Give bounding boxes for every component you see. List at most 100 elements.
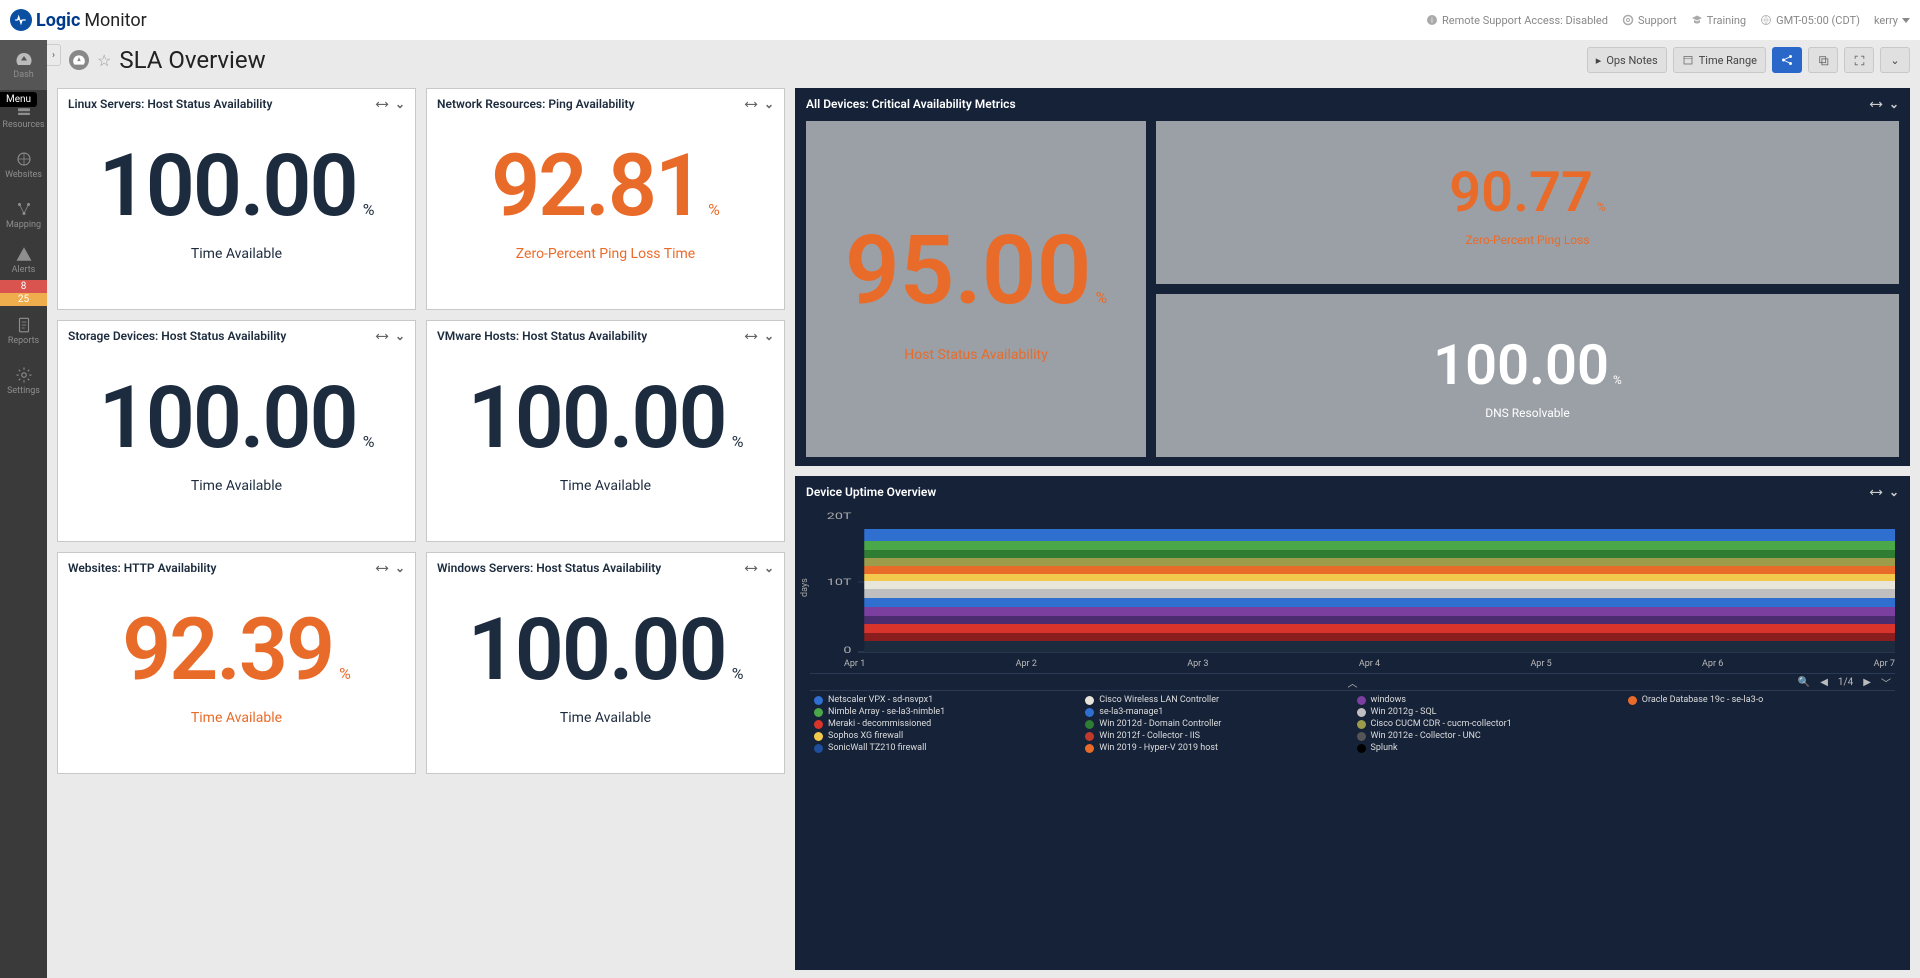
expand-icon[interactable]: ⤢ [1867,95,1884,112]
legend-item[interactable]: SonicWall TZ210 firewall [814,743,1077,753]
legend-label: Win 2012d - Domain Controller [1099,719,1221,729]
nav-reports[interactable]: Reports [0,306,47,356]
legend-item[interactable]: Splunk [1357,743,1620,753]
legend-swatch-icon [814,732,823,741]
support-link[interactable]: Support [1622,14,1677,27]
training-link[interactable]: Training [1691,14,1746,27]
logo[interactable]: LogicMonitor [10,9,147,31]
legend-item[interactable]: Meraki - decommissioned [814,719,1077,729]
alert-count-warning[interactable]: 25 [0,293,47,306]
widget-menu-icon[interactable]: ⌄ [764,97,774,112]
expand-icon[interactable]: ⤢ [742,559,759,576]
legend-swatch-icon [1628,696,1637,705]
expand-icon[interactable]: ⤢ [373,327,390,344]
metric-label: Time Available [68,710,405,726]
favorite-star-icon[interactable]: ☆ [97,51,111,70]
legend-item[interactable]: Oracle Database 19c - se-la3-o [1628,695,1891,705]
legend-swatch-icon [1085,744,1094,753]
chevron-up-icon[interactable]: ︿ [1348,675,1358,690]
expand-icon[interactable]: ⤢ [1867,483,1884,500]
widget-device-uptime: Device Uptime Overview ⤢ ⌄ days 20T 10T 0 [795,476,1910,970]
stacked-area-chart[interactable]: 20T 10T 0 [810,507,1895,657]
legend-swatch-icon [1357,708,1366,717]
widget-title: All Devices: Critical Availability Metri… [806,97,1016,111]
legend-item[interactable]: Cisco CUCM CDR - cucm-collector1 [1357,719,1620,729]
nav-settings[interactable]: Settings [0,356,47,406]
legend-item[interactable] [1628,719,1891,729]
legend-item[interactable]: windows [1357,695,1620,705]
legend-item[interactable]: Cisco Wireless LAN Controller [1085,695,1348,705]
chevron-down-icon[interactable]: ﹀ [1881,675,1891,690]
widget-menu-icon[interactable]: ⌄ [1889,485,1899,500]
widget-menu-icon[interactable]: ⌄ [395,561,405,576]
legend-item[interactable]: Netscaler VPX - sd-nsvpx1 [814,695,1077,705]
clone-button[interactable] [1808,47,1838,73]
expand-icon[interactable]: ⤢ [742,327,759,344]
menu-tag[interactable]: Menu [0,92,37,107]
legend-item[interactable]: Win 2012e - Collector - UNC [1357,731,1620,741]
legend-item[interactable] [1628,743,1891,753]
legend-item[interactable] [1628,731,1891,741]
chart-area: days 20T 10T 0 [806,501,1899,753]
expand-icon[interactable]: ⤢ [373,559,390,576]
legend-item[interactable]: se-la3-manage1 [1085,707,1348,717]
chart-controls: ︿ 🔍 ◀ 1/4 ▶ ﹀ [810,673,1895,691]
widget-network-ping: Network Resources: Ping Availability ⤢⌄ … [426,88,785,310]
nav-alerts[interactable]: Alerts [0,240,47,280]
legend-item[interactable]: Win 2012g - SQL [1357,707,1620,717]
globe-icon [15,150,33,168]
legend-next-icon[interactable]: ▶ [1863,677,1871,688]
more-menu-button[interactable]: ⌄ [1880,47,1910,73]
x-axis-ticks: Apr 1 Apr 2 Apr 3 Apr 4 Apr 5 Apr 6 Apr … [810,657,1895,673]
share-button[interactable] [1772,47,1802,73]
remote-support-status[interactable]: i Remote Support Access: Disabled [1426,14,1608,27]
user-menu[interactable]: kerry [1874,14,1910,27]
dashboard-icon[interactable] [69,50,89,70]
page-title: SLA Overview [119,46,265,74]
nav-websites[interactable]: Websites [0,140,47,190]
timezone-selector[interactable]: GMT-05:00 (CDT) [1760,14,1860,27]
legend-item[interactable]: Sophos XG firewall [814,731,1077,741]
svg-text:i: i [1431,17,1433,25]
legend-prev-icon[interactable]: ◀ [1820,677,1828,688]
expand-icon[interactable]: ⤢ [742,95,759,112]
alert-counts[interactable]: 8 25 [0,280,47,306]
legend-swatch-icon [814,708,823,717]
legend-swatch-icon [1085,732,1094,741]
widget-menu-icon[interactable]: ⌄ [395,97,405,112]
widget-websites-http: Websites: HTTP Availability ⤢⌄ 92.39% Ti… [57,552,416,774]
legend-item[interactable] [1628,707,1891,717]
ops-notes-button[interactable]: ▸Ops Notes [1587,47,1667,73]
widget-menu-icon[interactable]: ⌄ [395,329,405,344]
time-range-button[interactable]: Time Range [1673,47,1766,73]
expand-icon[interactable]: ⤢ [373,95,390,112]
info-icon: i [1426,14,1438,26]
metric-value: 100.00 [99,135,357,236]
widget-title: Device Uptime Overview [806,485,936,499]
metric-label: DNS Resolvable [1485,406,1570,420]
widget-vmware-host-status: VMware Hosts: Host Status Availability ⤢… [426,320,785,542]
metric-unit: % [363,200,375,219]
widget-menu-icon[interactable]: ⌄ [764,561,774,576]
metric-unit: % [708,200,720,219]
nav-dash[interactable]: Dash [0,40,47,90]
widgets-left-grid: Linux Servers: Host Status Availability … [57,88,785,970]
metric-label: Time Available [68,478,405,494]
legend-item[interactable]: Nimble Array - se-la3-nimble1 [814,707,1077,717]
legend-item[interactable]: Win 2019 - Hyper-V 2019 host [1085,743,1348,753]
widget-menu-icon[interactable]: ⌄ [764,329,774,344]
widget-title: Storage Devices: Host Status Availabilit… [68,329,286,343]
metric-value: 95.00 [845,215,1092,327]
legend-item[interactable]: Win 2012d - Domain Controller [1085,719,1348,729]
chevron-down-icon: ⌄ [1890,54,1899,67]
legend-item[interactable]: Win 2012f - Collector - IIS [1085,731,1348,741]
metric-unit: % [1095,288,1107,307]
widget-menu-icon[interactable]: ⌄ [1889,97,1899,112]
nav-mapping[interactable]: Mapping [0,190,47,240]
metric-unit: % [339,664,351,683]
alert-count-critical[interactable]: 8 [0,280,47,293]
zoom-out-icon[interactable]: 🔍 [1798,677,1810,688]
topbar: LogicMonitor i Remote Support Access: Di… [0,0,1920,40]
fullscreen-button[interactable] [1844,47,1874,73]
legend-swatch-icon [1085,720,1094,729]
